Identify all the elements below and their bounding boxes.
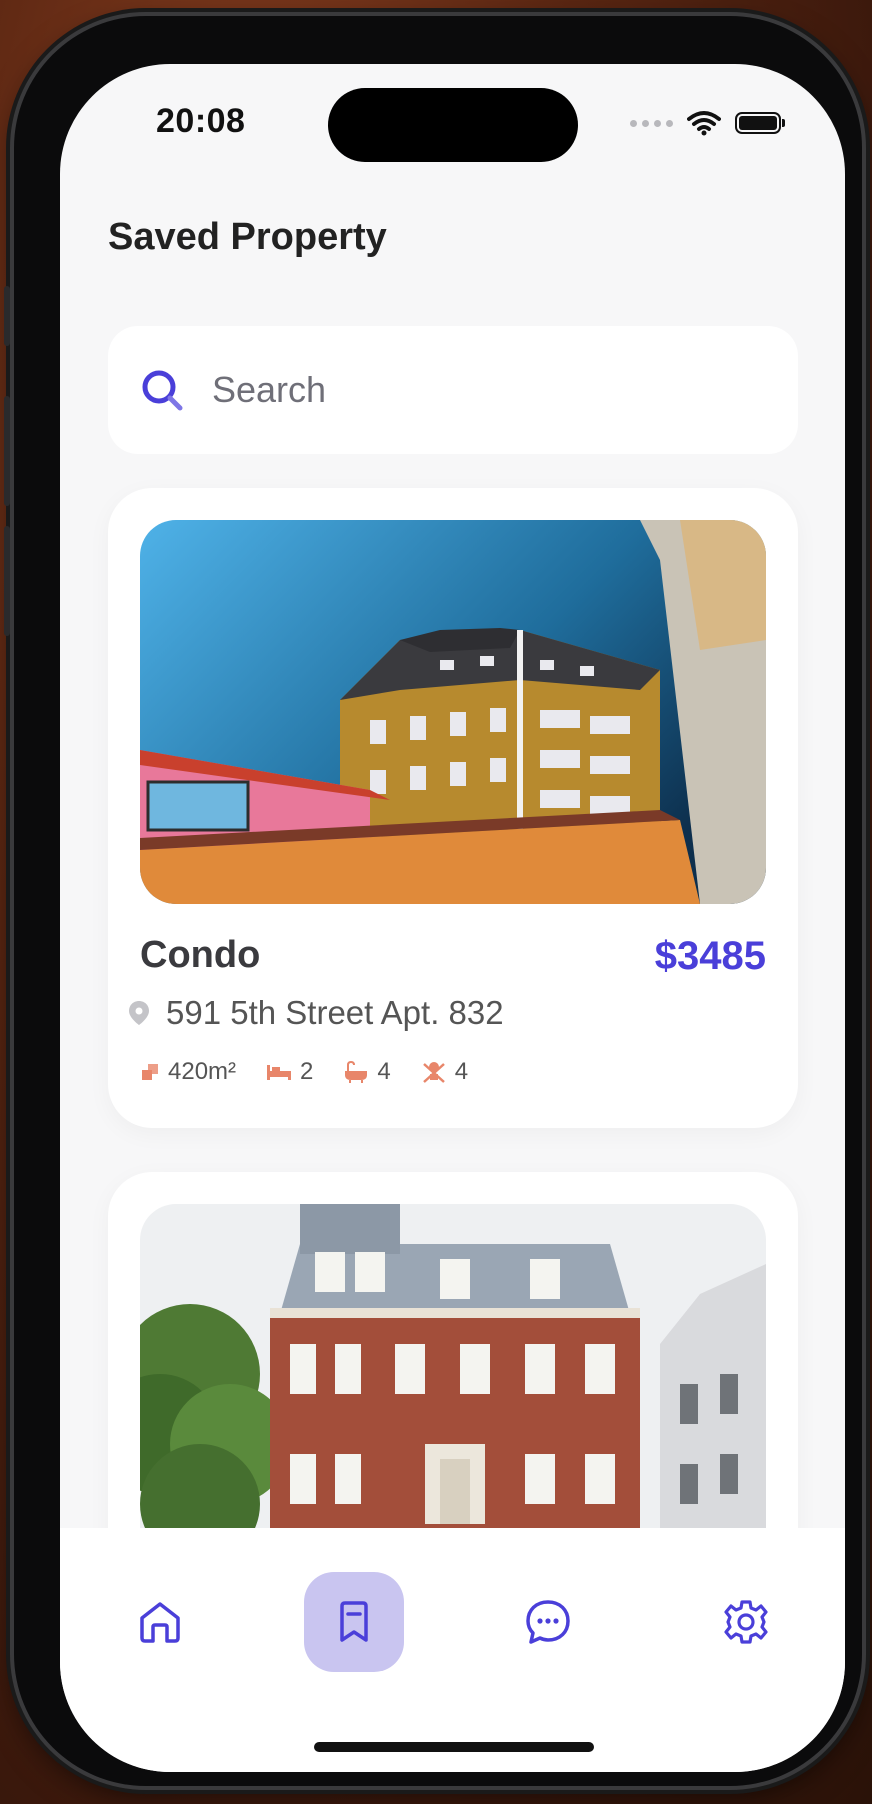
property-photo[interactable]	[140, 520, 766, 904]
chat-icon	[526, 1600, 570, 1644]
page-title: Saved Property	[108, 216, 387, 258]
bed-icon	[267, 1065, 292, 1080]
feature-beds: 2	[266, 1058, 313, 1086]
property-price: $3485	[654, 934, 766, 978]
signal-dots-icon	[630, 119, 673, 127]
amenity-icon	[422, 1062, 445, 1083]
property-card[interactable]: Condo $3485 591 5th Street Apt. 832 420m…	[108, 488, 798, 1128]
address-text: 591 5th Street Apt. 832	[166, 994, 504, 1031]
volume-up-button	[4, 396, 10, 506]
phone-frame: 20:08 Saved Property Search Condo $3485 …	[4, 16, 862, 1786]
search-input[interactable]	[210, 368, 714, 412]
area-value: 420m²	[168, 1058, 237, 1085]
condo-building-image	[140, 520, 766, 904]
tab-messages[interactable]	[498, 1572, 598, 1672]
feature-extra: 4	[421, 1058, 468, 1086]
property-type: Condo	[140, 934, 261, 976]
beds-value: 2	[300, 1058, 314, 1085]
area-icon	[142, 1064, 158, 1080]
gear-icon	[724, 1600, 768, 1644]
status-icons	[630, 110, 785, 136]
home-icon	[140, 1602, 180, 1643]
bathtub-icon	[345, 1061, 368, 1083]
volume-down-button	[4, 526, 10, 636]
search-bar[interactable]	[108, 326, 798, 454]
bottom-tab-bar	[60, 1528, 845, 1772]
wifi-icon	[687, 111, 721, 136]
tab-settings[interactable]	[696, 1572, 796, 1672]
baths-value: 4	[377, 1058, 391, 1085]
status-time: 20:08	[156, 102, 246, 140]
extra-value: 4	[454, 1058, 469, 1085]
silent-switch	[4, 286, 10, 346]
app-screen: 20:08 Saved Property Search Condo $3485 …	[60, 64, 845, 1772]
home-indicator[interactable]	[314, 1742, 594, 1752]
property-features: 420m² 2 4 4	[140, 1058, 468, 1086]
tab-home[interactable]	[110, 1572, 210, 1672]
bookmark-icon	[340, 1601, 368, 1642]
feature-baths: 4	[343, 1058, 391, 1086]
search-icon	[142, 370, 183, 411]
property-address: 591 5th Street Apt. 832	[128, 994, 504, 1032]
feature-area: 420m²	[140, 1058, 236, 1086]
dynamic-island	[328, 88, 578, 162]
battery-icon	[735, 112, 785, 134]
tab-saved[interactable]	[304, 1572, 404, 1672]
location-pin-icon	[129, 1001, 149, 1025]
